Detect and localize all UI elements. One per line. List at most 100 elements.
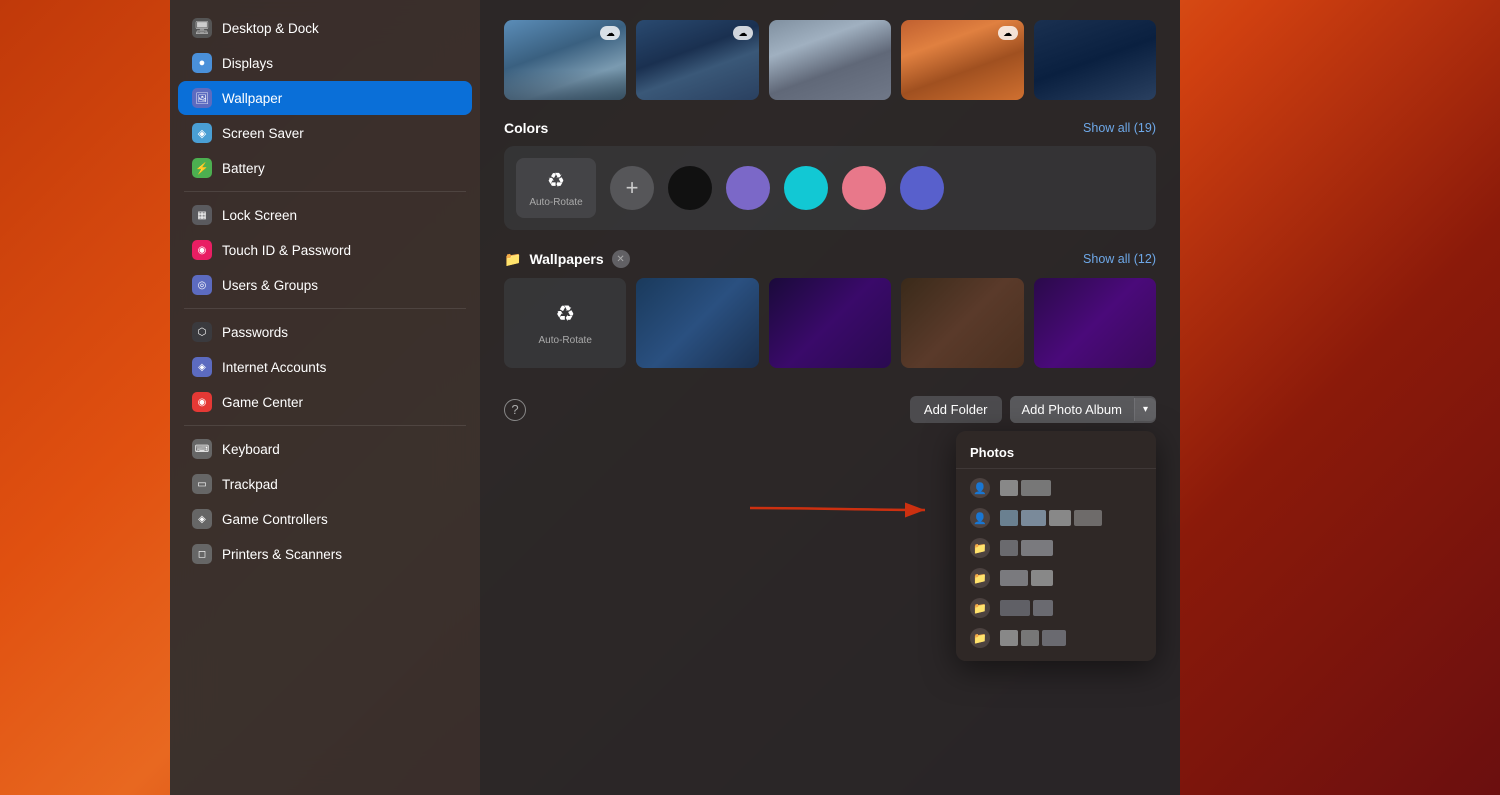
sidebar-item-passwords[interactable]: ⬡ Passwords <box>178 315 472 349</box>
sidebar-item-gamecontrollers[interactable]: ◈ Game Controllers <box>178 502 472 536</box>
main-content: ☁ ☁ ☁ Colors Show all (19) ♻ Auto-Rotate… <box>480 0 1180 795</box>
wallpaper-tech[interactable] <box>901 278 1023 368</box>
color-cyan[interactable] <box>784 166 828 210</box>
dropdown-item-3[interactable]: 📁 <box>956 533 1156 563</box>
dropdown-item-icon-4: 📁 <box>970 568 990 588</box>
sidebar-item-label: Desktop & Dock <box>222 21 319 36</box>
colors-show-all[interactable]: Show all (19) <box>1083 121 1156 135</box>
colors-section: ♻ Auto-Rotate + <box>504 146 1156 230</box>
dropdown-item-icon-1: 👤 <box>970 478 990 498</box>
add-photo-album-chevron[interactable]: ▾ <box>1134 398 1156 421</box>
sidebar-item-label: Users & Groups <box>222 278 318 293</box>
sidebar-item-touchid[interactable]: ◉ Touch ID & Password <box>178 233 472 267</box>
wallpaper-thumb-4[interactable]: ☁ <box>901 20 1023 100</box>
help-button[interactable]: ? <box>504 399 526 421</box>
cloud-icon-2: ☁ <box>733 26 753 40</box>
sidebar-item-screensaver[interactable]: ◈ Screen Saver <box>178 116 472 150</box>
sidebar-item-label: Game Controllers <box>222 512 328 527</box>
printers-icon: ◻ <box>192 544 212 564</box>
badge-x-icon: ✕ <box>616 254 624 265</box>
wallpaper-auto-rotate-label: Auto-Rotate <box>539 335 592 346</box>
dropdown-item-6[interactable]: 📁 <box>956 623 1156 653</box>
dropdown-item-icon-2: 👤 <box>970 508 990 528</box>
users-icon: ◎ <box>192 275 212 295</box>
sidebar: 🖥 Desktop & Dock ● Displays 🖼 Wallpaper … <box>170 0 480 795</box>
divider-3 <box>184 425 466 426</box>
sidebar-item-label: Passwords <box>222 325 288 340</box>
divider-1 <box>184 191 466 192</box>
sidebar-item-label: Battery <box>222 161 265 176</box>
dropdown-item-icon-6: 📁 <box>970 628 990 648</box>
color-auto-rotate[interactable]: ♻ Auto-Rotate <box>516 158 596 218</box>
sidebar-item-label: Internet Accounts <box>222 360 326 375</box>
color-pink[interactable] <box>842 166 886 210</box>
wallpaper-purple2[interactable] <box>1034 278 1156 368</box>
sidebar-item-keyboard[interactable]: ⌨ Keyboard <box>178 432 472 466</box>
dropdown-item-5[interactable]: 📁 <box>956 593 1156 623</box>
action-buttons: Add Folder Add Photo Album ▾ Photos 👤 <box>910 396 1156 423</box>
sidebar-item-label: Wallpaper <box>222 91 282 106</box>
wallpaper-thumb-1[interactable]: ☁ <box>504 20 626 100</box>
wallpaper-blue[interactable] <box>636 278 758 368</box>
sidebar-item-printers[interactable]: ◻ Printers & Scanners <box>178 537 472 571</box>
divider-2 <box>184 308 466 309</box>
sidebar-item-label: Game Center <box>222 395 303 410</box>
dropdown-item-thumb-6 <box>1000 630 1142 646</box>
wallpaper-thumb-5[interactable] <box>1034 20 1156 100</box>
wallpaper-thumb-3[interactable] <box>769 20 891 100</box>
wallpapers-title-row: 📁 Wallpapers ✕ <box>504 250 630 268</box>
add-photo-album-button[interactable]: Add Photo Album <box>1010 396 1134 423</box>
sidebar-item-internet[interactable]: ◈ Internet Accounts <box>178 350 472 384</box>
wallpaper-icon: 🖼 <box>192 88 212 108</box>
sidebar-item-battery[interactable]: ⚡ Battery <box>178 151 472 185</box>
wallpaper-auto-rotate[interactable]: ♻ Auto-Rotate <box>504 278 626 368</box>
sidebar-item-trackpad[interactable]: ▭ Trackpad <box>178 467 472 501</box>
sidebar-item-desktop-dock[interactable]: 🖥 Desktop & Dock <box>178 11 472 45</box>
passwords-icon: ⬡ <box>192 322 212 342</box>
colors-section-header: Colors Show all (19) <box>504 120 1156 136</box>
colors-row: ♻ Auto-Rotate + <box>516 158 1144 218</box>
wallpaper-thumb-2[interactable]: ☁ <box>636 20 758 100</box>
dropdown-item-thumb-3 <box>1000 540 1142 556</box>
dropdown-item-thumb-2 <box>1000 510 1142 526</box>
cloud-icon-1: ☁ <box>600 26 620 40</box>
sidebar-item-label: Keyboard <box>222 442 280 457</box>
displays-icon: ● <box>192 53 212 73</box>
wallpapers-grid: ♻ Auto-Rotate <box>504 278 1156 368</box>
wallpapers-section: 📁 Wallpapers ✕ Show all (12) ♻ Auto-Rota… <box>504 250 1156 368</box>
desktop-dock-icon: 🖥 <box>192 18 212 38</box>
colors-title: Colors <box>504 120 548 136</box>
add-color-button[interactable]: + <box>610 166 654 210</box>
color-purple[interactable] <box>726 166 770 210</box>
internet-icon: ◈ <box>192 357 212 377</box>
sidebar-item-wallpaper[interactable]: 🖼 Wallpaper <box>178 81 472 115</box>
sidebar-item-gamecenter[interactable]: ◉ Game Center <box>178 385 472 419</box>
color-black[interactable] <box>668 166 712 210</box>
wallpapers-badge[interactable]: ✕ <box>612 250 630 268</box>
screensaver-icon: ◈ <box>192 123 212 143</box>
bottom-bar: ? Add Folder Add Photo Album ▾ Photos 👤 <box>504 388 1156 431</box>
sidebar-item-users[interactable]: ◎ Users & Groups <box>178 268 472 302</box>
add-photo-album-wrap: Add Photo Album ▾ Photos 👤 <box>1010 396 1157 423</box>
dropdown-item-thumb-4 <box>1000 570 1142 586</box>
photos-dropdown: Photos 👤 👤 <box>956 431 1156 661</box>
wallpaper-purple[interactable] <box>769 278 891 368</box>
sidebar-item-label: Lock Screen <box>222 208 297 223</box>
wallpapers-show-all[interactable]: Show all (12) <box>1083 252 1156 266</box>
dropdown-item-thumb-1 <box>1000 480 1142 496</box>
featured-wallpapers-row: ☁ ☁ ☁ <box>504 20 1156 100</box>
lockscreen-icon: ▦ <box>192 205 212 225</box>
sidebar-item-lockscreen[interactable]: ▦ Lock Screen <box>178 198 472 232</box>
sidebar-item-displays[interactable]: ● Displays <box>178 46 472 80</box>
dropdown-item-2[interactable]: 👤 <box>956 503 1156 533</box>
dropdown-item-4[interactable]: 📁 <box>956 563 1156 593</box>
sidebar-item-label: Trackpad <box>222 477 278 492</box>
sidebar-item-label: Printers & Scanners <box>222 547 342 562</box>
gamecontrollers-icon: ◈ <box>192 509 212 529</box>
dropdown-item-1[interactable]: 👤 <box>956 473 1156 503</box>
wallpapers-title: Wallpapers <box>529 251 603 267</box>
folder-icon: 📁 <box>504 251 521 268</box>
auto-rotate-label: Auto-Rotate <box>529 197 582 208</box>
color-blue[interactable] <box>900 166 944 210</box>
add-folder-button[interactable]: Add Folder <box>910 396 1002 423</box>
